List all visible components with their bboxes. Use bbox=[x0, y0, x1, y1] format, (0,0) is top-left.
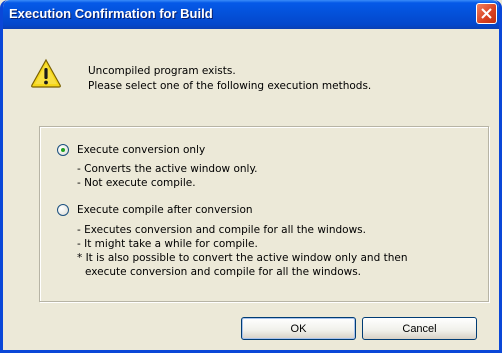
window-title: Execution Confirmation for Build bbox=[9, 6, 213, 21]
close-icon bbox=[481, 8, 492, 19]
ok-button[interactable]: OK bbox=[241, 317, 356, 340]
option-detail: * It is also possible to convert the act… bbox=[77, 252, 408, 264]
radio-compile-after-conversion[interactable] bbox=[57, 204, 69, 216]
radio-conversion-only[interactable] bbox=[57, 144, 69, 156]
warning-icon bbox=[31, 58, 61, 88]
title-bar[interactable]: Execution Confirmation for Build bbox=[3, 0, 499, 29]
option-detail: - It might take a while for compile. bbox=[77, 238, 258, 250]
option-detail: execute conversion and compile for all t… bbox=[85, 266, 362, 278]
close-button[interactable] bbox=[476, 3, 497, 24]
message-line-1: Uncompiled program exists. bbox=[88, 65, 236, 77]
execution-method-group: Execute conversion only - Converts the a… bbox=[39, 126, 489, 302]
option-label: Execute compile after conversion bbox=[77, 204, 253, 216]
option-detail: - Executes conversion and compile for al… bbox=[77, 224, 366, 236]
dialog-window: Execution Confirmation for Build Uncompi… bbox=[0, 0, 502, 353]
option-detail: - Not execute compile. bbox=[77, 177, 196, 189]
message-line-2: Please select one of the following execu… bbox=[88, 80, 372, 92]
option-compile-after-conversion[interactable]: Execute compile after conversion bbox=[57, 204, 253, 216]
option-detail: - Converts the active window only. bbox=[77, 163, 258, 175]
option-label: Execute conversion only bbox=[77, 144, 206, 156]
cancel-button[interactable]: Cancel bbox=[362, 317, 477, 340]
dialog-body: Uncompiled program exists. Please select… bbox=[3, 29, 499, 350]
option-conversion-only[interactable]: Execute conversion only bbox=[57, 144, 205, 156]
